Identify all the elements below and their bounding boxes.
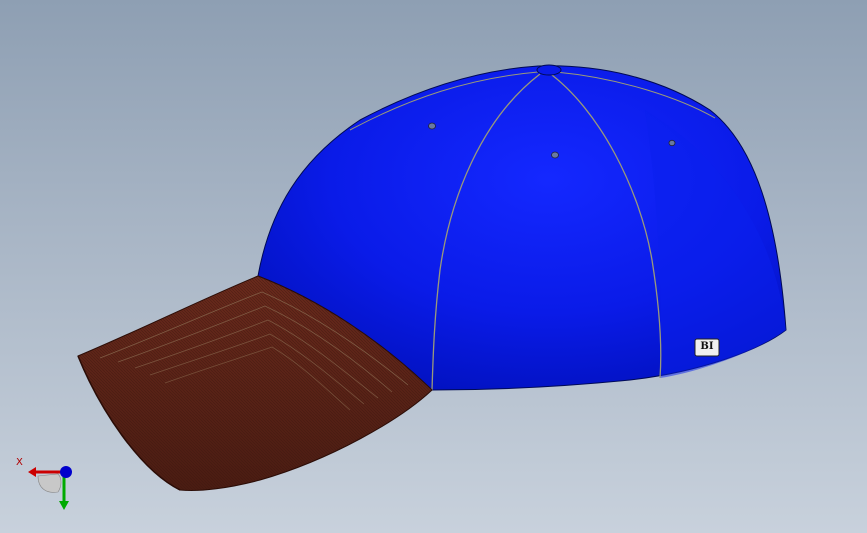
label-tag-text: BI [700, 341, 714, 352]
eyelet-center [551, 151, 559, 159]
eyelet-right [668, 139, 676, 147]
y-axis-arrowhead [59, 501, 69, 510]
x-axis-arrowhead [28, 467, 36, 477]
cap-model[interactable] [0, 0, 867, 533]
orientation-triad[interactable] [14, 452, 84, 516]
3d-viewport[interactable]: BI X [0, 0, 867, 533]
triad-base-icon [37, 473, 62, 493]
top-button [536, 64, 562, 76]
eyelet-left [428, 122, 436, 130]
z-axis-icon [60, 466, 72, 478]
x-axis-label: X [16, 457, 23, 468]
